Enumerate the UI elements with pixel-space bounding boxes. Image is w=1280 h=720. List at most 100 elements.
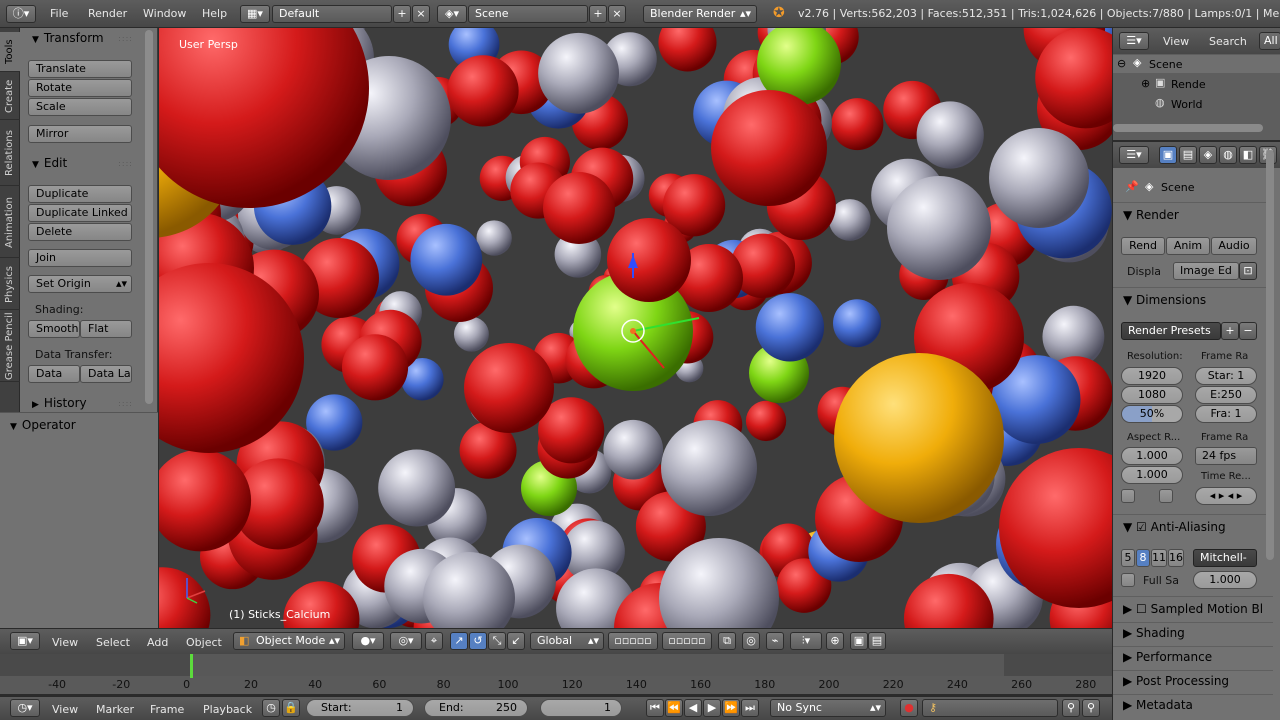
flat-button[interactable]: Flat: [80, 320, 132, 338]
transform-orientation-select[interactable]: Global ▴▾: [530, 632, 604, 650]
snap-toggle-icon[interactable]: ⌁: [766, 632, 784, 650]
end-frame-field[interactable]: End: 250: [424, 699, 528, 717]
scene-icon[interactable]: ◈▾: [437, 5, 467, 23]
atom-sphere[interactable]: [464, 343, 554, 433]
menu-window[interactable]: Window: [143, 7, 186, 20]
outliner-menu-search[interactable]: Search: [1209, 35, 1247, 48]
current-frame-cursor[interactable]: [190, 654, 193, 678]
tab-relations[interactable]: Relations: [0, 122, 20, 186]
manipulator-pivot-icon[interactable]: ↙: [507, 632, 525, 650]
tab-grease-pencil[interactable]: Grease Pencil: [0, 312, 20, 382]
world-context-icon[interactable]: ◍: [1219, 146, 1237, 164]
mirror-button[interactable]: Mirror: [28, 125, 132, 143]
atom-sphere[interactable]: [607, 218, 691, 302]
atom-sphere[interactable]: [476, 220, 512, 256]
menu-view[interactable]: View: [52, 703, 78, 716]
menu-object[interactable]: Object: [186, 636, 222, 649]
atom-sphere[interactable]: [603, 419, 664, 480]
atom-sphere[interactable]: [834, 353, 1004, 523]
frame-step-field[interactable]: Fra: 1: [1195, 405, 1257, 423]
play-reverse-icon[interactable]: ◀: [684, 699, 702, 717]
sampled-motion-blur-panel-header[interactable]: ▶ ☐ Sampled Motion Bl: [1113, 599, 1273, 619]
proportional-edit-icon[interactable]: ◎: [742, 632, 760, 650]
translate-manipulator-icon[interactable]: ↗: [450, 632, 468, 650]
interaction-mode-select[interactable]: ◧ Object Mode ▴▾: [233, 632, 345, 650]
menu-render[interactable]: Render: [88, 7, 127, 20]
duplicate-linked-button[interactable]: Duplicate Linked: [28, 204, 132, 222]
atom-sphere[interactable]: [661, 420, 757, 516]
screen-layout-icon[interactable]: ▦▾: [240, 5, 270, 23]
menu-view[interactable]: View: [52, 636, 78, 649]
editor-type-icon[interactable]: ▣▾: [10, 632, 40, 650]
collapse-icon[interactable]: ⊖: [1117, 57, 1126, 70]
fps-select[interactable]: 24 fps: [1195, 447, 1257, 465]
history-panel-header[interactable]: ▶ History: [20, 393, 158, 413]
jump-keyframe-forward-icon[interactable]: ⏩: [722, 699, 740, 717]
add-preset-icon[interactable]: +: [1221, 322, 1239, 340]
scale-manipulator-icon[interactable]: ⤡: [488, 632, 506, 650]
layers-a-icon[interactable]: ▫▫▫▫▫: [608, 632, 658, 650]
expand-icon[interactable]: ⊕: [1141, 77, 1150, 90]
menu-marker[interactable]: Marker: [96, 703, 134, 716]
scene-context-icon[interactable]: ◈: [1199, 146, 1217, 164]
atom-sphere[interactable]: [832, 299, 882, 348]
atom-sphere[interactable]: [916, 101, 984, 169]
smooth-button[interactable]: Smooth: [28, 320, 80, 338]
add-layout-icon[interactable]: +: [393, 5, 411, 23]
edit-panel-header[interactable]: ▼ Edit: [20, 153, 158, 173]
duplicate-button[interactable]: Duplicate: [28, 185, 132, 203]
atom-sphere[interactable]: [658, 28, 717, 72]
atom-sphere[interactable]: [745, 400, 787, 442]
insert-keyframe-icon[interactable]: ⚲: [1062, 699, 1080, 717]
data-layout-button[interactable]: Data La: [80, 365, 132, 383]
sync-mode-select[interactable]: No Sync ▴▾: [770, 699, 886, 717]
atom-sphere[interactable]: [711, 90, 827, 206]
render-preview-icon[interactable]: ▣: [850, 632, 868, 650]
post-processing-panel-header[interactable]: ▶ Post Processing: [1113, 671, 1273, 691]
rotate-button[interactable]: Rotate: [28, 79, 132, 97]
atom-sphere[interactable]: [887, 176, 991, 280]
render-engine-select[interactable]: Blender Render ▴▾: [643, 5, 757, 23]
remove-scene-icon[interactable]: ×: [608, 5, 626, 23]
outliner-item-render[interactable]: Rende: [1171, 78, 1206, 91]
start-frame-field[interactable]: Start: 1: [306, 699, 414, 717]
render-animation-button[interactable]: Anim: [1166, 237, 1210, 255]
aa-samples-8-button[interactable]: 8: [1136, 549, 1150, 567]
outliner-hscrollbar[interactable]: [1113, 124, 1263, 132]
scene-field[interactable]: Scene: [468, 5, 588, 23]
aa-samples-11-button[interactable]: 11: [1151, 549, 1167, 567]
atom-sphere[interactable]: [378, 449, 456, 527]
tab-animation[interactable]: Animation: [0, 188, 20, 258]
add-scene-icon[interactable]: +: [589, 5, 607, 23]
time-remap-field[interactable]: ◂ ▸ ◂ ▸: [1195, 487, 1257, 505]
delete-keyframe-icon[interactable]: ⚲: [1082, 699, 1100, 717]
properties-scrollbar[interactable]: [1266, 150, 1274, 560]
outliner-item-scene[interactable]: Scene: [1149, 58, 1183, 71]
crop-checkbox[interactable]: [1159, 489, 1173, 503]
lock-icon[interactable]: 🔒: [282, 699, 300, 717]
atom-sphere[interactable]: [755, 293, 825, 362]
border-checkbox[interactable]: [1121, 489, 1135, 503]
resolution-percent-slider[interactable]: 50%: [1121, 405, 1183, 423]
atom-sphere[interactable]: [543, 172, 615, 244]
3d-viewport[interactable]: User Persp (1) Sticks_Calcium: [159, 28, 1112, 628]
atom-sphere[interactable]: [410, 223, 483, 296]
viewport-shading-icon[interactable]: ●▾: [352, 632, 384, 650]
toolshelf-scrollbar[interactable]: [145, 30, 153, 404]
remove-layout-icon[interactable]: ×: [412, 5, 430, 23]
outliner-editor-icon[interactable]: ☰▾: [1119, 32, 1149, 50]
timeline[interactable]: -40 -20 0 20 40 60 80 100 120 140 160 180 200 220 240 2…: [0, 654, 1112, 694]
aa-samples-16-button[interactable]: 16: [1168, 549, 1184, 567]
snap-element-icon[interactable]: ⫶▾: [790, 632, 822, 650]
remove-preset-icon[interactable]: −: [1239, 322, 1257, 340]
atom-sphere[interactable]: [538, 32, 620, 114]
full-sample-checkbox[interactable]: [1121, 573, 1135, 587]
outliner-display-select[interactable]: All: [1259, 32, 1280, 50]
frame-end-field[interactable]: E:250: [1195, 386, 1257, 404]
frame-start-field[interactable]: Star: 1: [1195, 367, 1257, 385]
outliner-row[interactable]: ⊖ ◈ Scene: [1113, 55, 1280, 73]
atom-sphere[interactable]: [831, 98, 884, 151]
atom-sphere[interactable]: [447, 55, 519, 127]
jump-keyframe-back-icon[interactable]: ⏪: [665, 699, 683, 717]
lock-layers-icon[interactable]: ⧉: [718, 632, 736, 650]
